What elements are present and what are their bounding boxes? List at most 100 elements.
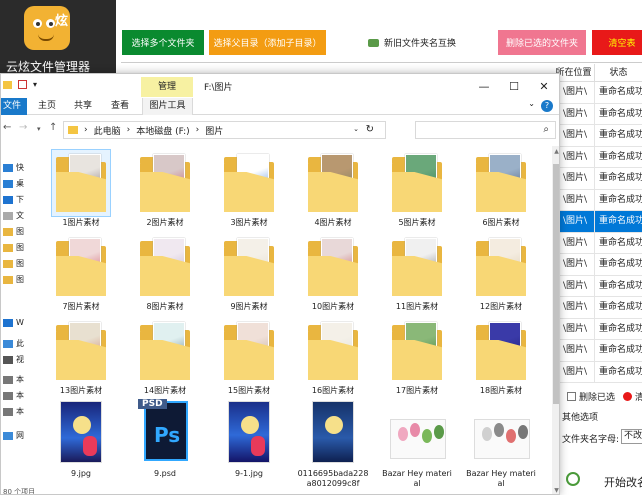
table-row[interactable]: \图片\ 重命名成功 xyxy=(553,168,642,190)
customize-dropdown-icon[interactable]: ▾ xyxy=(33,80,37,89)
folder-item[interactable]: 17图片素材 xyxy=(381,318,453,396)
table-row[interactable]: \图片\ 重命名成功 xyxy=(553,82,642,104)
up-arrow-icon[interactable]: ↑ xyxy=(49,122,57,133)
nav-pane-item[interactable]: 网 xyxy=(3,430,24,441)
table-row[interactable]: \图片\ 重命名成功 xyxy=(553,146,642,168)
folder-item[interactable]: 2图片素材 xyxy=(129,150,201,228)
table-row[interactable]: \图片\ 重命名成功 xyxy=(553,297,642,319)
folder-item[interactable]: 4图片素材 xyxy=(297,150,369,228)
address-bar[interactable]: › 此电脑 › 本地磁盘 (F:) › 图片 ⌄ ↻ xyxy=(63,121,386,139)
folder-item[interactable]: 8图片素材 xyxy=(129,234,201,312)
table-row[interactable]: \图片\ 重命名成功 xyxy=(553,125,642,147)
clear-option[interactable]: 清 xyxy=(623,390,642,403)
folder-item[interactable]: 9图片素材 xyxy=(213,234,285,312)
nav-pane-item[interactable]: 文 xyxy=(3,210,24,221)
file-item[interactable]: Bazar Hey material xyxy=(465,401,537,489)
rename-letter-select[interactable]: 不改 xyxy=(621,429,642,444)
folder-item[interactable]: 7图片素材 xyxy=(45,234,117,312)
scroll-down-icon[interactable]: ▼ xyxy=(552,487,559,494)
folder-item[interactable]: 15图片素材 xyxy=(213,318,285,396)
status-cell: 重命名成功 xyxy=(599,259,642,269)
col-status[interactable]: 状态 xyxy=(595,64,642,81)
nav-pane-item[interactable]: 本 xyxy=(3,406,24,417)
folder-item[interactable]: 18图片素材 xyxy=(465,318,537,396)
navigation-bar: ← → ▾ ↑ › 此电脑 › 本地磁盘 (F:) › 图片 ⌄ ↻ ⌕ xyxy=(1,116,559,144)
folder-item[interactable]: 1图片素材 xyxy=(45,149,117,228)
nav-pane-label: 此 xyxy=(16,339,24,348)
delete-selected-option[interactable]: 删除已选 xyxy=(567,390,615,403)
table-row[interactable]: \图片\ 重命名成功 xyxy=(553,275,642,297)
folder-item[interactable]: 14图片素材 xyxy=(129,318,201,396)
recent-dropdown-icon[interactable]: ▾ xyxy=(37,125,41,133)
swap-names-button[interactable]: 新旧文件夹名互换 xyxy=(364,30,460,55)
breadcrumb-drive[interactable]: 本地磁盘 (F:) xyxy=(136,124,189,137)
folder-item[interactable]: 11图片素材 xyxy=(381,234,453,312)
folder-item[interactable]: 12图片素材 xyxy=(465,234,537,312)
delete-selected-button[interactable]: 删除已选的文件夹 xyxy=(498,30,586,55)
logo-mouth xyxy=(38,34,54,41)
nav-pane-item[interactable]: 此 xyxy=(3,338,24,349)
nav-pane-item[interactable]: 图 xyxy=(3,274,24,285)
table-row[interactable]: \图片\ 重命名成功 xyxy=(553,340,642,362)
start-rename-button[interactable]: 开始改名 xyxy=(604,474,642,490)
file-item[interactable]: 0116695bada228a8012099c8f xyxy=(297,401,369,489)
nav-pane-item[interactable]: W xyxy=(3,318,24,327)
select-parent-button[interactable]: 选择父目录（添加子目录） xyxy=(209,30,326,55)
folder-icon[interactable] xyxy=(3,80,12,89)
table-row[interactable]: \图片\ 重命名成功 xyxy=(553,254,642,276)
folder-item[interactable]: 10图片素材 xyxy=(297,234,369,312)
folder-item[interactable]: 16图片素材 xyxy=(297,318,369,396)
breadcrumb-pictures[interactable]: 图片 xyxy=(205,124,223,137)
moon-shape xyxy=(241,416,259,434)
tab-file[interactable]: 文件 xyxy=(1,98,27,115)
refresh-icon[interactable]: ↻ xyxy=(366,124,374,135)
nav-pane-item[interactable]: 本 xyxy=(3,374,24,385)
table-row[interactable]: \图片\ 重命名成功 xyxy=(553,211,642,233)
search-input[interactable]: ⌕ xyxy=(415,121,556,139)
tab-view[interactable]: 查看 xyxy=(111,98,129,115)
maximize-icon[interactable]: ☐ xyxy=(499,74,529,98)
file-item[interactable]: Bazar Hey material xyxy=(381,401,453,489)
tab-home[interactable]: 主页 xyxy=(38,98,56,115)
start-icon[interactable] xyxy=(566,472,580,486)
chevron-down-icon[interactable]: ⌄ xyxy=(353,125,359,133)
nav-pane-item[interactable]: 快 xyxy=(3,162,24,173)
help-icon[interactable]: ? xyxy=(541,100,553,112)
folder-item[interactable]: 6图片素材 xyxy=(465,150,537,228)
minimize-icon[interactable]: — xyxy=(469,74,499,98)
back-arrow-icon[interactable]: ← xyxy=(3,122,11,133)
table-row[interactable]: \图片\ 重命名成功 xyxy=(553,189,642,211)
file-item[interactable]: 9.jpg xyxy=(45,401,117,479)
table-row[interactable]: \图片\ 重命名成功 xyxy=(553,318,642,340)
forward-arrow-icon[interactable]: → xyxy=(19,122,27,133)
table-row[interactable]: \图片\ 重命名成功 xyxy=(553,103,642,125)
scroll-thumb[interactable] xyxy=(553,164,559,404)
expand-ribbon-icon[interactable]: ⌄ xyxy=(528,99,535,108)
nav-pane-item[interactable]: 本 xyxy=(3,390,24,401)
nav-pane-item[interactable]: 图 xyxy=(3,258,24,269)
clear-table-button[interactable]: 清空表 xyxy=(592,30,642,55)
table-row[interactable]: \图片\ 重命名成功 xyxy=(553,232,642,254)
close-icon[interactable]: ✕ xyxy=(529,74,559,98)
nav-pane-item[interactable]: 下 xyxy=(3,194,24,205)
nav-pane-item[interactable]: 桌 xyxy=(3,178,24,189)
folder-item[interactable]: 5图片素材 xyxy=(381,150,453,228)
breadcrumb-this-pc[interactable]: 此电脑 xyxy=(94,124,121,137)
manage-context-tab[interactable]: 管理 xyxy=(141,77,193,97)
nav-pane-item[interactable]: 图 xyxy=(3,226,24,237)
properties-icon[interactable] xyxy=(18,80,27,89)
file-item[interactable]: 9-1.jpg xyxy=(213,401,285,479)
tab-share[interactable]: 共享 xyxy=(74,98,92,115)
select-folders-button[interactable]: 选择多个文件夹 xyxy=(122,30,204,55)
nav-pane-item[interactable]: 图 xyxy=(3,242,24,253)
tab-picture-tools[interactable]: 图片工具 xyxy=(142,98,193,115)
folder-label: 4图片素材 xyxy=(314,218,352,227)
nav-pane-item[interactable]: 视 xyxy=(3,354,24,365)
folder-item[interactable]: 3图片素材 xyxy=(213,150,285,228)
window-controls: — ☐ ✕ xyxy=(469,74,559,98)
file-item[interactable]: PSD 9.psd xyxy=(129,399,201,479)
folder-item[interactable]: 13图片素材 xyxy=(45,318,117,396)
vertical-scrollbar[interactable]: ▲ ▼ xyxy=(552,146,559,494)
scroll-up-icon[interactable]: ▲ xyxy=(552,148,559,155)
table-row[interactable]: \图片\ 重命名成功 xyxy=(553,361,642,383)
